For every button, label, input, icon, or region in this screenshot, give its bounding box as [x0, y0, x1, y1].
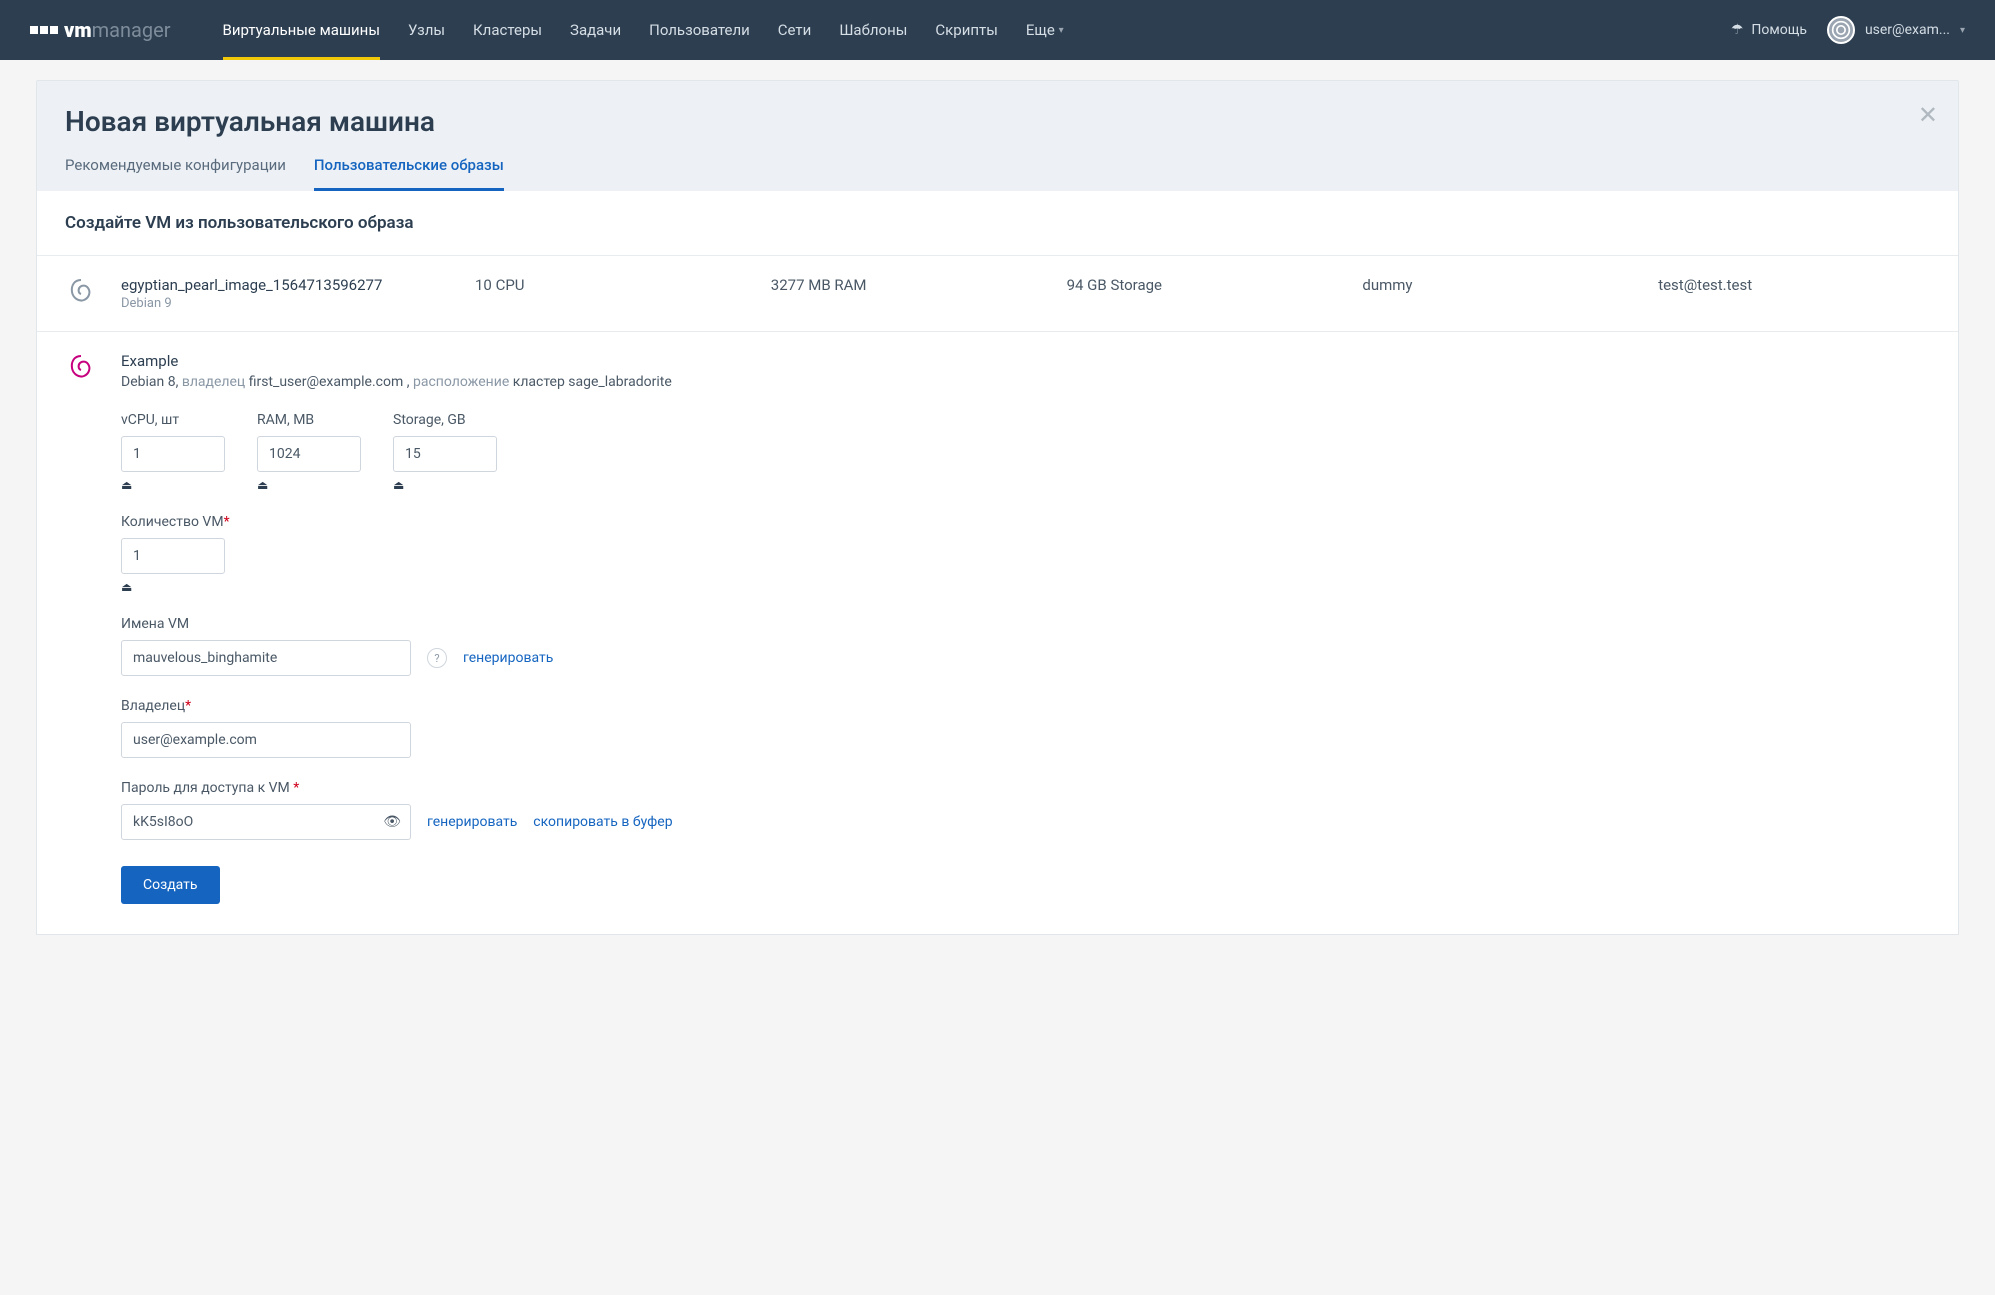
image-email: test@test.test — [1658, 276, 1930, 294]
topbar: vmmanager Виртуальные машины Узлы Класте… — [0, 0, 1995, 60]
tabs: Рекомендуемые конфигурации Пользовательс… — [65, 156, 1930, 191]
page: Новая виртуальная машина ✕ Рекомендуемые… — [0, 60, 1995, 955]
image-row[interactable]: egyptian_pearl_image_1564713596277 Debia… — [37, 256, 1958, 332]
panel-header: Новая виртуальная машина ✕ Рекомендуемые… — [36, 80, 1959, 191]
image-note: dummy — [1362, 276, 1634, 294]
logo-manager: manager — [92, 18, 171, 42]
nav-scripts[interactable]: Скрипты — [921, 0, 1011, 60]
owner-label: Владелец* — [121, 698, 411, 714]
names-input[interactable] — [121, 640, 411, 676]
user-email: user@exam... — [1865, 22, 1950, 38]
form-area: Example Debian 8, владелец first_user@ex… — [37, 332, 1958, 934]
logo[interactable]: vmmanager — [30, 18, 171, 42]
topnav: Виртуальные машины Узлы Кластеры Задачи … — [209, 0, 1078, 60]
page-title: Новая виртуальная машина — [65, 105, 1930, 138]
create-button[interactable]: Создать — [121, 866, 220, 904]
nav-users[interactable]: Пользователи — [635, 0, 764, 60]
ram-input[interactable] — [257, 436, 361, 472]
image-name: egyptian_pearl_image_1564713596277 — [121, 276, 451, 294]
lock-icon: ⏏ — [121, 580, 230, 594]
ram-label: RAM, MB — [257, 412, 361, 428]
nav-clusters[interactable]: Кластеры — [459, 0, 556, 60]
lock-icon: ⏏ — [257, 478, 361, 492]
debian-icon — [65, 352, 97, 384]
help-icon[interactable]: ? — [427, 648, 447, 668]
vcpu-label: vCPU, шт — [121, 412, 225, 428]
nav-more-label: Еще — [1026, 21, 1055, 39]
eye-icon[interactable]: 👁 — [383, 814, 401, 830]
password-input[interactable] — [121, 804, 411, 840]
nav-networks[interactable]: Сети — [764, 0, 826, 60]
count-input[interactable] — [121, 538, 225, 574]
count-label: Количество VM* — [121, 514, 230, 530]
tab-recommended[interactable]: Рекомендуемые конфигурации — [65, 156, 286, 191]
avatar-icon — [1827, 16, 1855, 44]
section-title: Создайте VM из пользовательского образа — [37, 191, 1958, 256]
user-menu[interactable]: user@exam... ▾ — [1827, 16, 1965, 44]
help-label: Помощь — [1751, 22, 1807, 38]
help-link[interactable]: ☂ Помощь — [1731, 22, 1807, 38]
image-cpu: 10 CPU — [475, 276, 747, 294]
example-title: Example — [121, 352, 1930, 370]
nav-templates[interactable]: Шаблоны — [825, 0, 921, 60]
storage-label: Storage, GB — [393, 412, 497, 428]
generate-name-link[interactable]: генерировать — [463, 650, 553, 666]
chevron-down-icon: ▾ — [1059, 25, 1064, 36]
image-os: Debian 9 — [121, 296, 451, 311]
names-label: Имена VM — [121, 616, 553, 632]
nav-vms[interactable]: Виртуальные машины — [209, 0, 394, 60]
image-main-col: egyptian_pearl_image_1564713596277 Debia… — [121, 276, 451, 311]
nav-tasks[interactable]: Задачи — [556, 0, 635, 60]
tab-user-images[interactable]: Пользовательские образы — [314, 156, 504, 191]
lock-icon: ⏏ — [121, 478, 225, 492]
lock-icon: ⏏ — [393, 478, 497, 492]
chevron-down-icon: ▾ — [1960, 25, 1965, 36]
example-meta: Debian 8, владелец first_user@example.co… — [121, 374, 1930, 390]
owner-select[interactable]: user@example.com — [121, 722, 411, 758]
storage-input[interactable] — [393, 436, 497, 472]
image-storage: 94 GB Storage — [1067, 276, 1339, 294]
vcpu-input[interactable] — [121, 436, 225, 472]
logo-vm: vm — [64, 18, 92, 42]
logo-icon — [30, 26, 58, 34]
generate-password-link[interactable]: генерировать — [427, 814, 517, 830]
panel-body: Создайте VM из пользовательского образа … — [36, 191, 1959, 935]
debian-icon — [65, 276, 97, 308]
nav-more[interactable]: Еще ▾ — [1012, 0, 1078, 60]
close-icon[interactable]: ✕ — [1918, 101, 1938, 129]
umbrella-icon: ☂ — [1731, 22, 1744, 38]
nav-nodes[interactable]: Узлы — [394, 0, 459, 60]
image-ram: 3277 MB RAM — [771, 276, 1043, 294]
copy-password-link[interactable]: скопировать в буфер — [533, 814, 672, 830]
password-label: Пароль для доступа к VM * — [121, 780, 673, 796]
topbar-right: ☂ Помощь user@exam... ▾ — [1731, 16, 1965, 44]
